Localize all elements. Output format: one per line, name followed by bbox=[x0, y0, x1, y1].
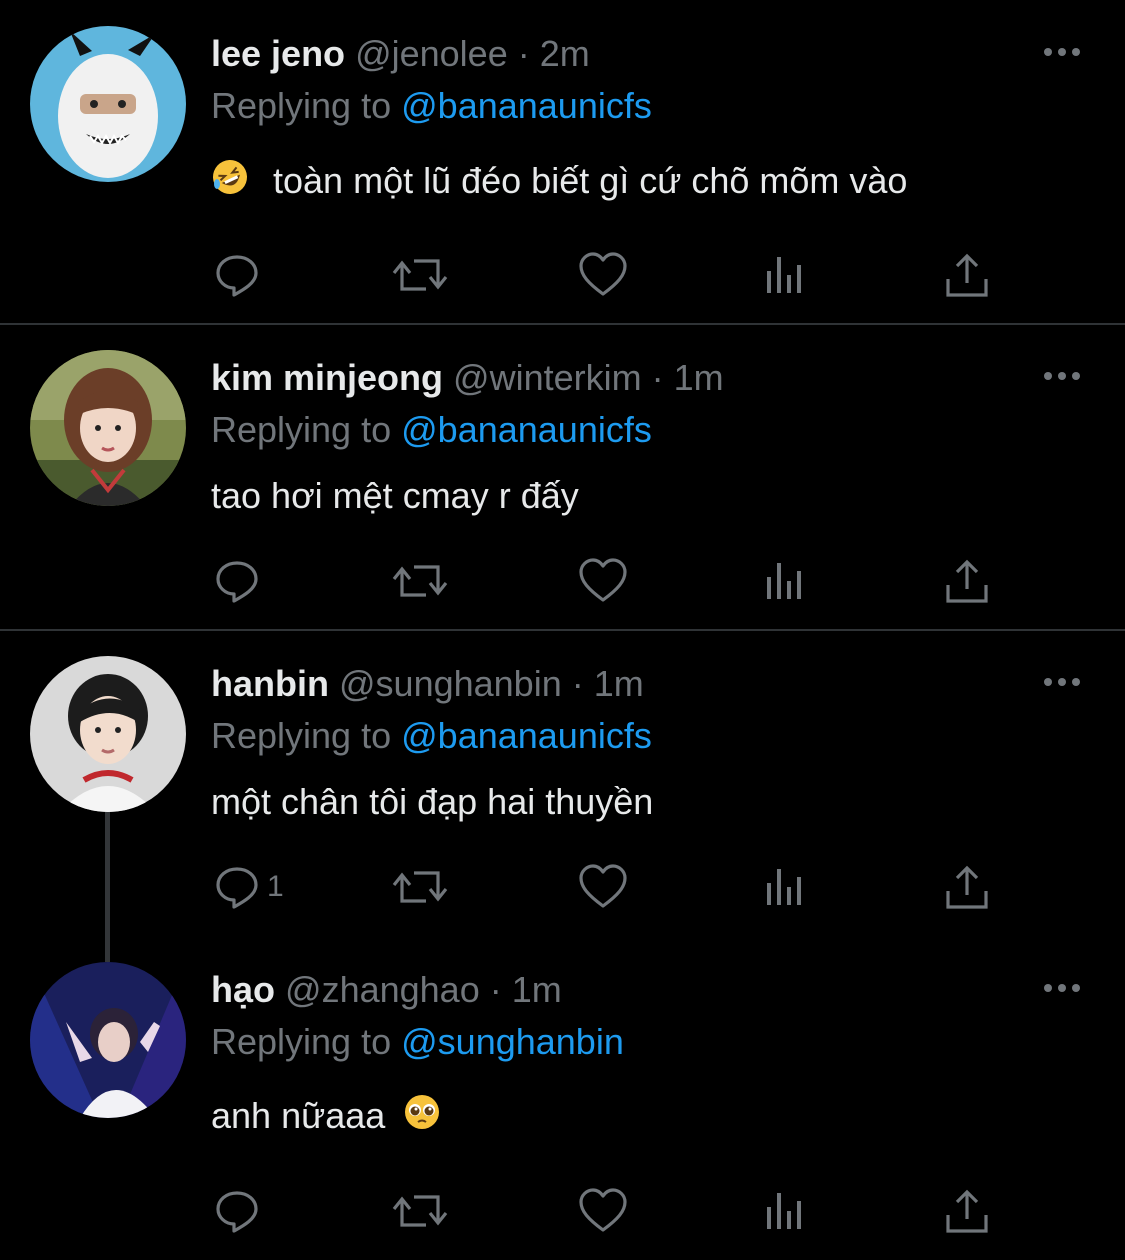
views-button[interactable] bbox=[763, 551, 807, 611]
handle[interactable]: @jenolee bbox=[355, 33, 508, 74]
display-name[interactable]: kim minjeong bbox=[211, 357, 443, 398]
views-icon bbox=[763, 1187, 807, 1235]
share-icon bbox=[944, 251, 990, 299]
handle[interactable]: @zhanghao bbox=[285, 969, 480, 1010]
tweet-text-body: anh nữaaa bbox=[211, 1095, 386, 1136]
more-options-icon[interactable] bbox=[1040, 670, 1084, 694]
share-button[interactable] bbox=[944, 857, 990, 917]
avatar[interactable] bbox=[30, 350, 186, 506]
like-icon bbox=[578, 863, 628, 911]
timestamp[interactable]: · 1m bbox=[490, 969, 562, 1010]
reply-icon bbox=[213, 1187, 261, 1235]
like-icon bbox=[578, 251, 628, 299]
like-button[interactable] bbox=[578, 857, 628, 917]
like-icon bbox=[578, 1187, 628, 1235]
share-button[interactable] bbox=[944, 1181, 990, 1241]
timestamp[interactable]: · 2m bbox=[518, 33, 590, 74]
retweet-button[interactable] bbox=[392, 551, 448, 611]
display-name[interactable]: hạo bbox=[211, 969, 275, 1010]
replying-to: Replying to @bananaunicfs bbox=[211, 82, 652, 130]
reply-button[interactable] bbox=[213, 1181, 267, 1241]
replying-to: Replying to @bananaunicfs bbox=[211, 712, 652, 760]
views-button[interactable] bbox=[763, 857, 807, 917]
reply-icon bbox=[213, 557, 261, 605]
pleading-face-emoji bbox=[403, 1093, 441, 1143]
tweet-header: hạo @zhanghao · 1m bbox=[211, 966, 562, 1014]
share-icon bbox=[944, 557, 990, 605]
retweet-button[interactable] bbox=[392, 857, 448, 917]
replying-label: Replying to bbox=[211, 409, 392, 450]
avatar[interactable] bbox=[30, 26, 186, 182]
timestamp[interactable]: · 1m bbox=[572, 663, 644, 704]
display-name[interactable]: hanbin bbox=[211, 663, 329, 704]
tweet-actions: 1 bbox=[0, 857, 1125, 917]
more-options-icon[interactable] bbox=[1040, 364, 1084, 388]
tweet-text: toàn một lũ đéo biết gì cứ chõ mõm vào bbox=[211, 157, 907, 208]
tweet[interactable]: kim minjeong @winterkim · 1m Replying to… bbox=[0, 324, 1125, 630]
tweet-actions bbox=[0, 1181, 1125, 1241]
reply-button[interactable] bbox=[213, 551, 267, 611]
like-button[interactable] bbox=[578, 245, 628, 305]
like-icon bbox=[578, 557, 628, 605]
tweet-header: hanbin @sunghanbin · 1m bbox=[211, 660, 644, 708]
tweet-text: anh nữaaa bbox=[211, 1092, 441, 1143]
tweet-header: lee jeno @jenolee · 2m bbox=[211, 30, 590, 78]
retweet-icon bbox=[392, 251, 448, 299]
views-icon bbox=[763, 863, 807, 911]
tweet-text: tao hơi mệt cmay r đấy bbox=[211, 475, 579, 516]
share-icon bbox=[944, 863, 990, 911]
retweet-icon bbox=[392, 557, 448, 605]
display-name[interactable]: lee jeno bbox=[211, 33, 345, 74]
tweet-header: kim minjeong @winterkim · 1m bbox=[211, 354, 724, 402]
share-button[interactable] bbox=[944, 551, 990, 611]
replying-to-link[interactable]: @sunghanbin bbox=[401, 1021, 624, 1062]
share-button[interactable] bbox=[944, 245, 990, 305]
replying-to-link[interactable]: @bananaunicfs bbox=[401, 715, 652, 756]
reply-button[interactable]: 1 bbox=[213, 857, 284, 917]
handle[interactable]: @winterkim bbox=[453, 357, 642, 398]
tweet[interactable]: hạo @zhanghao · 1m Replying to @sunghanb… bbox=[0, 936, 1125, 1260]
like-button[interactable] bbox=[578, 551, 628, 611]
more-options-icon[interactable] bbox=[1040, 40, 1084, 64]
like-button[interactable] bbox=[578, 1181, 628, 1241]
retweet-button[interactable] bbox=[392, 245, 448, 305]
tweet-text: một chân tôi đạp hai thuyền bbox=[211, 781, 654, 822]
replying-to: Replying to @bananaunicfs bbox=[211, 406, 652, 454]
replying-to: Replying to @sunghanbin bbox=[211, 1018, 624, 1066]
avatar[interactable] bbox=[30, 656, 186, 812]
avatar[interactable] bbox=[30, 962, 186, 1118]
rolling-on-floor-laughing-emoji bbox=[211, 158, 249, 208]
reply-feed: lee jeno @jenolee · 2m Replying to @bana… bbox=[0, 0, 1125, 1260]
retweet-icon bbox=[392, 1187, 448, 1235]
share-icon bbox=[944, 1187, 990, 1235]
retweet-button[interactable] bbox=[392, 1181, 448, 1241]
replying-to-link[interactable]: @bananaunicfs bbox=[401, 85, 652, 126]
views-button[interactable] bbox=[763, 1181, 807, 1241]
tweet-text-body: toàn một lũ đéo biết gì cứ chõ mõm vào bbox=[273, 160, 908, 201]
views-button[interactable] bbox=[763, 245, 807, 305]
timestamp[interactable]: · 1m bbox=[652, 357, 724, 398]
handle[interactable]: @sunghanbin bbox=[339, 663, 562, 704]
reply-icon bbox=[213, 863, 261, 911]
replying-label: Replying to bbox=[211, 1021, 392, 1062]
reply-icon bbox=[213, 251, 261, 299]
views-icon bbox=[763, 251, 807, 299]
replying-label: Replying to bbox=[211, 85, 392, 126]
tweet-actions bbox=[0, 551, 1125, 611]
replying-to-link[interactable]: @bananaunicfs bbox=[401, 409, 652, 450]
tweet[interactable]: hanbin @sunghanbin · 1m Replying to @ban… bbox=[0, 630, 1125, 936]
more-options-icon[interactable] bbox=[1040, 976, 1084, 1000]
views-icon bbox=[763, 557, 807, 605]
replying-label: Replying to bbox=[211, 715, 392, 756]
tweet-actions bbox=[0, 245, 1125, 305]
tweet[interactable]: lee jeno @jenolee · 2m Replying to @bana… bbox=[0, 0, 1125, 324]
reply-count: 1 bbox=[267, 870, 284, 903]
retweet-icon bbox=[392, 863, 448, 911]
reply-button[interactable] bbox=[213, 245, 267, 305]
